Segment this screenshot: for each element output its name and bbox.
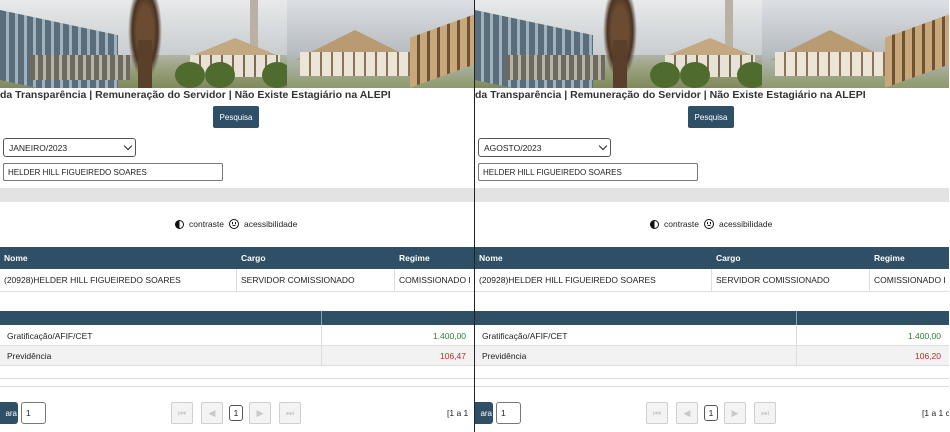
banner-photo <box>475 0 949 88</box>
first-page-button[interactable]: ⏮ <box>646 402 668 424</box>
pagination: ara 1 ⏮ ◀ 1 ▶ ⏭ [1 a 1 <box>0 402 474 424</box>
panel-august: da Transparência | Remuneração do Servid… <box>475 0 949 432</box>
divider <box>0 378 474 379</box>
search-button[interactable]: Pesquisa <box>688 106 734 128</box>
contrast-icon[interactable] <box>650 219 659 229</box>
next-page-button[interactable]: ▶ <box>724 402 746 424</box>
divider <box>0 386 474 387</box>
payment-label: Previdência <box>7 350 52 361</box>
cell-cargo: SERVIDOR COMISSIONADO <box>237 269 395 291</box>
prev-page-button[interactable]: ◀ <box>201 402 223 424</box>
header-nome[interactable]: Nome <box>475 247 712 269</box>
prev-page-icon: ◀ <box>683 407 691 418</box>
employee-name-field[interactable]: HELDER HILL FIGUEIREDO SOARES <box>3 163 223 181</box>
first-page-button[interactable]: ⏮ <box>171 402 193 424</box>
last-page-icon: ⏭ <box>760 407 770 418</box>
payment-label: Gratificação/AFIF/CET <box>7 330 93 341</box>
page-range: [1 a 1 c <box>922 408 949 418</box>
employee-name-field[interactable]: HELDER HILL FIGUEIREDO SOARES <box>478 163 698 181</box>
period-select-value: JANEIRO/2023 <box>9 142 68 153</box>
header-cargo[interactable]: Cargo <box>237 247 395 269</box>
payment-row: Previdência 106,47 <box>0 346 474 366</box>
payments-header <box>0 311 474 325</box>
next-page-icon: ▶ <box>256 407 264 418</box>
divider <box>475 378 949 379</box>
current-page[interactable]: 1 <box>229 405 243 421</box>
payments-header <box>475 311 949 325</box>
last-page-button[interactable]: ⏭ <box>279 402 301 424</box>
accessibility-bar: contraste acessibilidade <box>175 219 297 229</box>
cell-regime: COMISSIONADO I <box>870 269 949 291</box>
accessibility-link[interactable]: acessibilidade <box>244 219 297 229</box>
prev-page-button[interactable]: ◀ <box>676 402 698 424</box>
last-page-icon: ⏭ <box>285 407 295 418</box>
current-page[interactable]: 1 <box>704 405 718 421</box>
divider-bar <box>475 188 949 202</box>
cell-nome: (20928)HELDER HILL FIGUEIREDO SOARES <box>475 269 712 291</box>
divider <box>475 386 949 387</box>
prev-page-icon: ◀ <box>208 407 216 418</box>
divider-bar <box>0 188 474 202</box>
next-page-icon: ▶ <box>731 407 739 418</box>
payment-value: 106,20 <box>915 350 941 361</box>
accessibility-bar: contraste acessibilidade <box>650 219 772 229</box>
payment-value: 1.400,00 <box>907 330 941 341</box>
next-page-button[interactable]: ▶ <box>249 402 271 424</box>
table-header: Nome Cargo Regime <box>0 247 474 269</box>
table-row[interactable]: (20928)HELDER HILL FIGUEIREDO SOARES SER… <box>0 269 474 292</box>
contrast-icon[interactable] <box>175 219 184 229</box>
first-page-icon: ⏮ <box>177 407 187 418</box>
contrast-link[interactable]: contraste <box>189 219 224 229</box>
period-select-value: AGOSTO/2023 <box>484 142 542 153</box>
accessibility-icon[interactable] <box>703 219 714 229</box>
payment-label: Gratificação/AFIF/CET <box>482 330 568 341</box>
payment-row: Previdência 106,20 <box>475 346 949 366</box>
chevron-down-icon <box>123 141 133 151</box>
table-header: Nome Cargo Regime <box>475 247 949 269</box>
period-select[interactable]: AGOSTO/2023 <box>478 138 611 157</box>
table-row[interactable]: (20928)HELDER HILL FIGUEIREDO SOARES SER… <box>475 269 949 292</box>
header-regime[interactable]: Regime <box>395 247 474 269</box>
page-number-input[interactable]: 1 <box>496 402 521 424</box>
payment-value: 1.400,00 <box>432 330 466 341</box>
pagination: ara 1 ⏮ ◀ 1 ▶ ⏭ [1 a 1 c <box>475 402 949 424</box>
payment-row: Gratificação/AFIF/CET 1.400,00 <box>475 326 949 346</box>
first-page-icon: ⏮ <box>652 407 662 418</box>
page-title: da Transparência | Remuneração do Servid… <box>0 89 391 101</box>
page-number-input[interactable]: 1 <box>21 402 46 424</box>
chevron-down-icon <box>598 141 608 151</box>
payment-row: Gratificação/AFIF/CET 1.400,00 <box>0 326 474 346</box>
period-select[interactable]: JANEIRO/2023 <box>3 138 136 157</box>
screenshot-comparison: da Transparência | Remuneração do Servid… <box>0 0 950 432</box>
header-cargo[interactable]: Cargo <box>712 247 870 269</box>
contrast-link[interactable]: contraste <box>664 219 699 229</box>
page-title: da Transparência | Remuneração do Servid… <box>475 89 866 101</box>
header-regime[interactable]: Regime <box>870 247 949 269</box>
goto-page-button[interactable]: ara <box>0 402 18 424</box>
banner-photo <box>0 0 474 88</box>
last-page-button[interactable]: ⏭ <box>754 402 776 424</box>
accessibility-icon[interactable] <box>228 219 239 229</box>
search-button[interactable]: Pesquisa <box>213 106 259 128</box>
cell-cargo: SERVIDOR COMISSIONADO <box>712 269 870 291</box>
accessibility-link[interactable]: acessibilidade <box>719 219 772 229</box>
panel-january: da Transparência | Remuneração do Servid… <box>0 0 475 432</box>
page-range: [1 a 1 <box>447 408 469 418</box>
cell-nome: (20928)HELDER HILL FIGUEIREDO SOARES <box>0 269 237 291</box>
cell-regime: COMISSIONADO I <box>395 269 474 291</box>
payment-value: 106,47 <box>440 350 466 361</box>
goto-page-button[interactable]: ara <box>475 402 493 424</box>
header-nome[interactable]: Nome <box>0 247 237 269</box>
payment-label: Previdência <box>482 350 527 361</box>
